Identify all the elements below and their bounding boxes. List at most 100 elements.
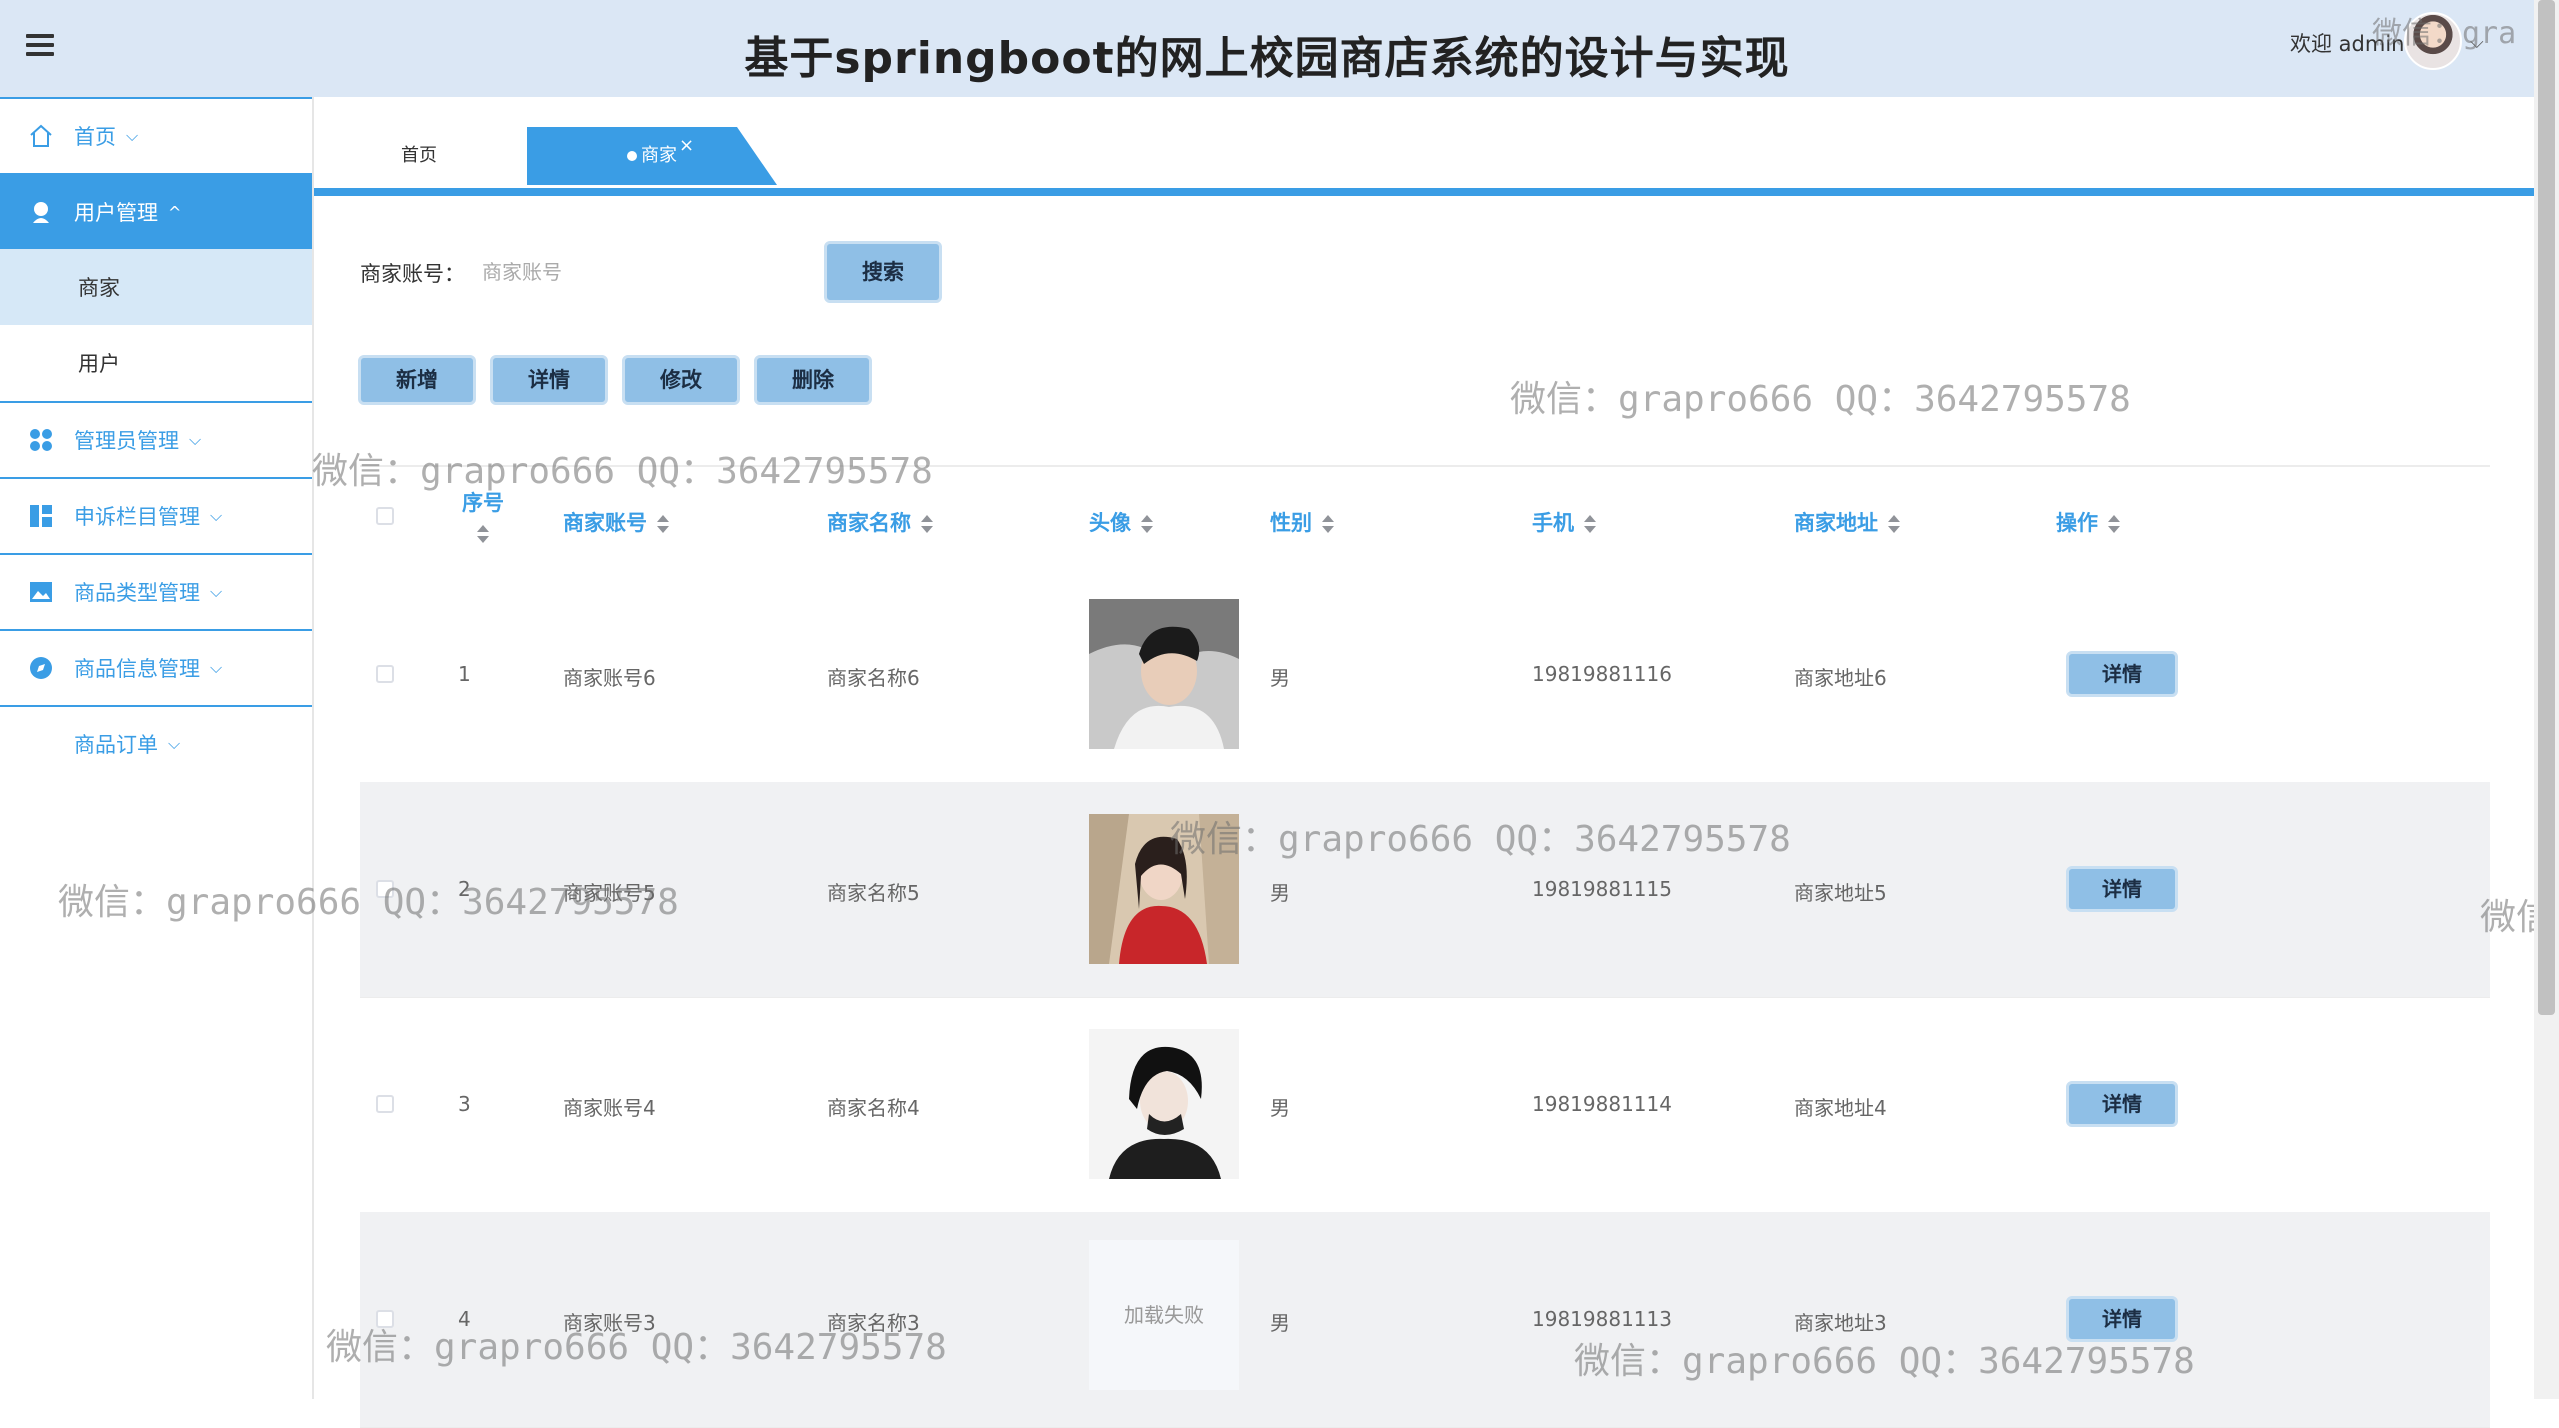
home-icon — [28, 123, 54, 149]
select-all-checkbox[interactable] — [376, 507, 394, 525]
merchant-avatar-image[interactable] — [1089, 599, 1239, 749]
edit-button[interactable]: 修改 — [622, 355, 740, 405]
merchant-account-search-input[interactable] — [480, 245, 814, 299]
sidebar-item-product-type-management[interactable]: 商品类型管理 ⌵ — [0, 553, 312, 629]
submenu-item-user[interactable]: 用户 — [0, 325, 312, 401]
column-header-phone[interactable]: 手机 — [1532, 507, 1596, 537]
tab-merchant[interactable]: 商家 × — [527, 127, 777, 185]
row-detail-button[interactable]: 详情 — [2066, 866, 2178, 912]
layout-icon — [28, 503, 54, 529]
table-row[interactable]: 1 商家账号6 商家名称6 男 19819881116 商家地址6 详情 — [360, 567, 2490, 783]
column-header-account[interactable]: 商家账号 — [563, 507, 669, 537]
cell-index: 1 — [458, 662, 471, 686]
column-header-label: 商家地址 — [1794, 511, 1878, 535]
chevron-down-icon: ⌵ — [210, 506, 223, 525]
sort-icon[interactable] — [657, 515, 669, 533]
cell-phone: 19819881113 — [1532, 1307, 1672, 1331]
table-row[interactable]: 3 商家账号4 商家名称4 男 19819881114 商家地址4 详情 — [360, 997, 2490, 1213]
page-scrollbar[interactable] — [2534, 0, 2559, 1399]
merchant-avatar-image[interactable] — [1089, 814, 1239, 964]
merchant-table: 序号 商家账号 商家名称 头像 性别 手机 商家地址 操作 1 商家账号6 商家… — [360, 465, 2490, 1428]
user-icon — [28, 199, 54, 225]
cell-phone: 19819881114 — [1532, 1092, 1672, 1116]
row-checkbox[interactable] — [376, 1310, 394, 1328]
cell-account: 商家账号5 — [563, 881, 656, 905]
sidebar-item-label: 商品类型管理 — [74, 581, 200, 605]
sort-icon[interactable] — [1141, 515, 1153, 533]
scrollbar-thumb[interactable] — [2538, 0, 2555, 1015]
column-header-label: 商家名称 — [827, 511, 911, 535]
cell-gender: 男 — [1270, 1096, 1290, 1120]
close-icon[interactable]: × — [679, 127, 694, 175]
sort-icon[interactable] — [2108, 515, 2120, 533]
tab-home[interactable]: 首页 — [314, 127, 524, 185]
cell-gender: 男 — [1270, 1311, 1290, 1335]
cell-address: 商家地址5 — [1794, 881, 1887, 905]
column-header-avatar[interactable]: 头像 — [1089, 507, 1153, 537]
cell-address: 商家地址3 — [1794, 1311, 1887, 1335]
chevron-down-icon: ⌵ — [210, 582, 223, 601]
image-load-failed: 加载失败 — [1089, 1240, 1239, 1390]
sidebar-item-home[interactable]: 首页 ⌵ — [0, 97, 312, 173]
cell-name: 商家名称6 — [827, 666, 920, 690]
cell-index: 2 — [458, 877, 471, 901]
cell-name: 商家名称3 — [827, 1311, 920, 1335]
cell-gender: 男 — [1270, 881, 1290, 905]
column-header-index[interactable]: 序号 — [458, 487, 508, 543]
cell-name: 商家名称4 — [827, 1096, 920, 1120]
cell-gender: 男 — [1270, 666, 1290, 690]
sidebar-item-product-orders[interactable]: 商品订单 ⌵ — [0, 705, 312, 781]
column-header-label: 操作 — [2056, 511, 2098, 535]
table-row[interactable]: 2 商家账号5 商家名称5 男 19819881115 商家地址5 详情 — [360, 782, 2490, 998]
chevron-down-icon: ⌵ — [126, 126, 139, 145]
column-header-gender[interactable]: 性别 — [1270, 507, 1334, 537]
column-header-label: 头像 — [1089, 511, 1131, 535]
sidebar-item-label: 申诉栏目管理 — [74, 505, 200, 529]
submenu-item-merchant[interactable]: 商家 — [0, 249, 312, 325]
sidebar-item-label: 商品订单 — [74, 733, 158, 757]
sort-icon[interactable] — [1322, 515, 1334, 533]
column-header-address[interactable]: 商家地址 — [1794, 507, 1900, 537]
add-button[interactable]: 新增 — [358, 355, 476, 405]
compass-icon — [28, 655, 54, 681]
sort-icon[interactable] — [921, 515, 933, 533]
sidebar-item-admin-management[interactable]: 管理员管理 ⌵ — [0, 401, 312, 477]
cell-account: 商家账号6 — [563, 666, 656, 690]
column-header-label: 手机 — [1532, 511, 1574, 535]
row-detail-button[interactable]: 详情 — [2066, 651, 2178, 697]
sidebar: 首页 ⌵ 用户管理 ^ 商家 用户 管理员管理 ⌵ 申诉栏目管理 ⌵ 商品类型管… — [0, 97, 314, 1399]
sidebar-item-complaint-management[interactable]: 申诉栏目管理 ⌵ — [0, 477, 312, 553]
sort-icon[interactable] — [477, 525, 489, 543]
column-header-action[interactable]: 操作 — [2056, 507, 2120, 537]
column-header-label: 商家账号 — [563, 511, 647, 535]
row-checkbox[interactable] — [376, 880, 394, 898]
row-detail-button[interactable]: 详情 — [2066, 1081, 2178, 1127]
table-row[interactable]: 4 商家账号3 商家名称3 加载失败 男 19819881113 商家地址3 详… — [360, 1212, 2490, 1428]
column-header-label: 序号 — [462, 491, 504, 515]
sidebar-item-label: 商品信息管理 — [74, 657, 200, 681]
row-checkbox[interactable] — [376, 665, 394, 683]
detail-button[interactable]: 详情 — [490, 355, 608, 405]
table-header: 序号 商家账号 商家名称 头像 性别 手机 商家地址 操作 — [360, 467, 2490, 567]
sidebar-item-label: 用户管理 — [74, 201, 158, 225]
row-checkbox[interactable] — [376, 1095, 394, 1113]
cell-address: 商家地址6 — [1794, 666, 1887, 690]
cell-index: 4 — [458, 1307, 471, 1331]
cell-phone: 19819881115 — [1532, 877, 1672, 901]
chevron-down-icon[interactable]: ⌵ — [2470, 32, 2484, 53]
search-button[interactable]: 搜索 — [824, 241, 942, 303]
merchant-avatar-image[interactable] — [1089, 1029, 1239, 1179]
column-header-name[interactable]: 商家名称 — [827, 507, 933, 537]
user-avatar[interactable] — [2404, 12, 2462, 70]
sort-icon[interactable] — [1584, 515, 1596, 533]
row-detail-button[interactable]: 详情 — [2066, 1296, 2178, 1342]
app-title: 基于springboot的网上校园商店系统的设计与实现 — [744, 33, 1790, 84]
delete-button[interactable]: 删除 — [754, 355, 872, 405]
cell-phone: 19819881116 — [1532, 662, 1672, 686]
top-header: 基于springboot的网上校园商店系统的设计与实现 欢迎 admin ⌵ — [0, 0, 2534, 97]
sidebar-item-product-info-management[interactable]: 商品信息管理 ⌵ — [0, 629, 312, 705]
tabs-bar: 首页 商家 × — [314, 97, 2534, 197]
watermark: 微信：grapro666 QQ：3642795578 — [1510, 379, 2131, 420]
sidebar-item-user-management[interactable]: 用户管理 ^ — [0, 173, 312, 249]
sort-icon[interactable] — [1888, 515, 1900, 533]
